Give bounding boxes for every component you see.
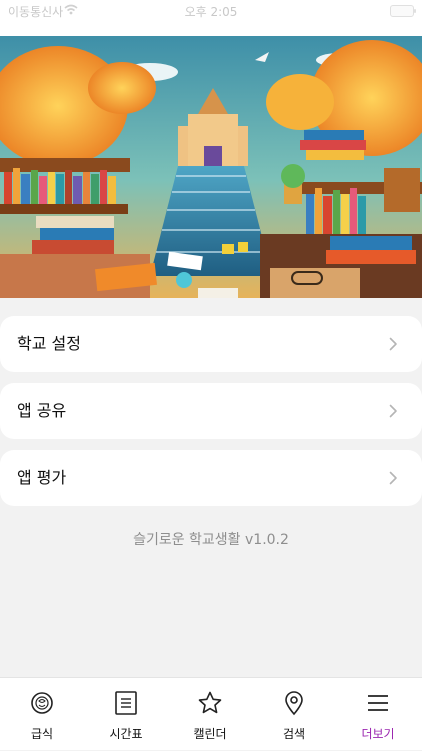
menu-item-label: 앱 평가 [17,468,67,487]
battery-icon [390,5,416,17]
tab-calendar[interactable]: 캘린더 [168,678,252,751]
menu-item-label: 학교 설정 [17,334,81,353]
chevron-right-icon [389,404,397,418]
menu-icon [368,695,388,711]
tab-more[interactable]: 더보기 [336,678,420,751]
status-bar: 이동통신사 오후 2:05 [0,0,422,22]
tab-search[interactable]: 검색 [252,678,336,751]
tab-bar: 급식 시간표 캘린더 검색 더보기 [0,677,422,750]
menu-item-label: 앱 공유 [17,401,67,420]
chevron-right-icon [389,471,397,485]
menu-item-rate-app[interactable]: 앱 평가 [0,450,422,506]
menu-item-share-app[interactable]: 앱 공유 [0,383,422,439]
tab-timetable[interactable]: 시간표 [84,678,168,751]
tab-meal[interactable]: 급식 [0,678,84,751]
status-time: 오후 2:05 [184,5,238,19]
header-spacer [0,22,422,36]
app-version-text: 슬기로운 학교생활 v1.0.2 [133,532,289,548]
tab-label: 급식 [30,727,54,741]
chevron-right-icon [389,337,397,351]
location-pin-icon [285,691,303,716]
menu-item-school-settings[interactable]: 학교 설정 [0,316,422,372]
timetable-icon [115,691,137,715]
meal-icon [31,692,53,714]
tab-label: 시간표 [109,727,143,741]
tab-label: 검색 [282,727,306,741]
hero-illustration [0,36,422,298]
tab-label: 더보기 [361,727,395,741]
star-icon [198,691,222,714]
tab-label: 캘린더 [193,727,227,741]
